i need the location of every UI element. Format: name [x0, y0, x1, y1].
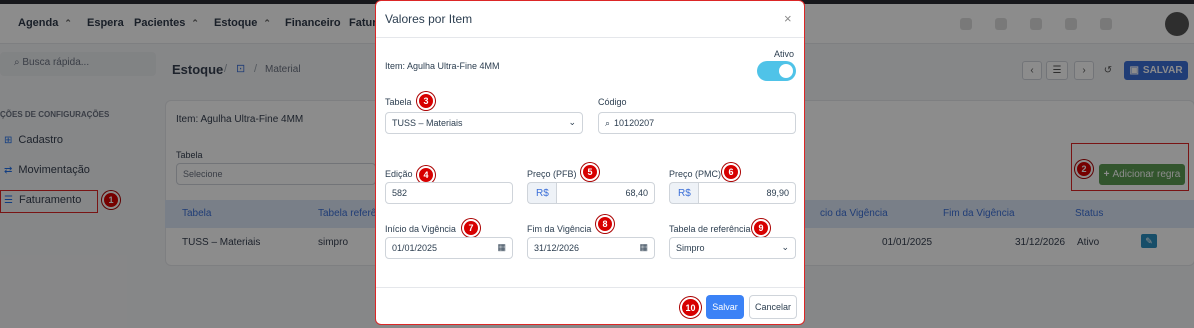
codigo-field[interactable]: ⌕ 10120207 [598, 112, 796, 134]
tabela-referencia-label: Tabela de referência [669, 224, 751, 234]
preco-pmc-label: Preço (PMC) [669, 169, 722, 179]
step-badge: 6 [722, 163, 740, 181]
edicao-field[interactable]: 582 [385, 182, 513, 204]
preco-pmc-field[interactable]: 89,90 [698, 182, 796, 204]
fim-vigencia-label: Fim da Vigência [527, 224, 592, 234]
codigo-label: Código [598, 97, 627, 107]
step-badge: 5 [581, 163, 599, 181]
toggle-knob [779, 64, 793, 78]
step-badge: 10 [680, 297, 701, 318]
edicao-label: Edição [385, 169, 413, 179]
save-modal-button[interactable]: Salvar [706, 295, 744, 319]
close-icon[interactable]: × [784, 11, 792, 26]
modal-title: Valores por Item [385, 12, 473, 26]
currency-addon: R$ [527, 182, 557, 204]
search-icon: ⌕ [605, 118, 611, 128]
fim-vigencia-value: 31/12/2026 [534, 243, 580, 253]
tabela-referencia-select[interactable]: Simpro ⌄ [669, 237, 796, 259]
ativo-toggle[interactable] [757, 61, 796, 81]
modal-item-label: Item: Agulha Ultra-Fine 4MM [385, 61, 500, 71]
chevron-down-icon: ⌄ [781, 242, 789, 252]
preco-pfb-field[interactable]: 68,40 [556, 182, 655, 204]
fim-vigencia-field[interactable]: 31/12/2026 ▦ [527, 237, 655, 259]
tabela-select[interactable]: TUSS – Materiais ⌄ [385, 112, 583, 134]
cancel-button[interactable]: Cancelar [749, 295, 797, 319]
values-modal: Valores por Item × Item: Agulha Ultra-Fi… [375, 0, 805, 325]
currency-addon: R$ [669, 182, 699, 204]
calendar-icon[interactable]: ▦ [639, 242, 648, 253]
tabela-select-value: TUSS – Materiais [392, 118, 463, 128]
divider [376, 37, 804, 38]
calendar-icon[interactable]: ▦ [497, 242, 506, 253]
step-badge: 9 [752, 219, 770, 237]
chevron-down-icon: ⌄ [568, 117, 576, 127]
inicio-vigencia-field[interactable]: 01/01/2025 ▦ [385, 237, 513, 259]
step-badge: 8 [596, 215, 614, 233]
preco-pfb-label: Preço (PFB) [527, 169, 577, 179]
step-badge: 3 [417, 92, 435, 110]
inicio-vigencia-label: Início da Vigência [385, 224, 456, 234]
inicio-vigencia-value: 01/01/2025 [392, 243, 438, 253]
ativo-label: Ativo [774, 49, 795, 59]
step-badge: 7 [462, 219, 480, 237]
divider [376, 287, 804, 288]
tabela-referencia-value: Simpro [676, 243, 705, 253]
tabela-label: Tabela [385, 97, 412, 107]
codigo-value: 10120207 [614, 118, 655, 128]
